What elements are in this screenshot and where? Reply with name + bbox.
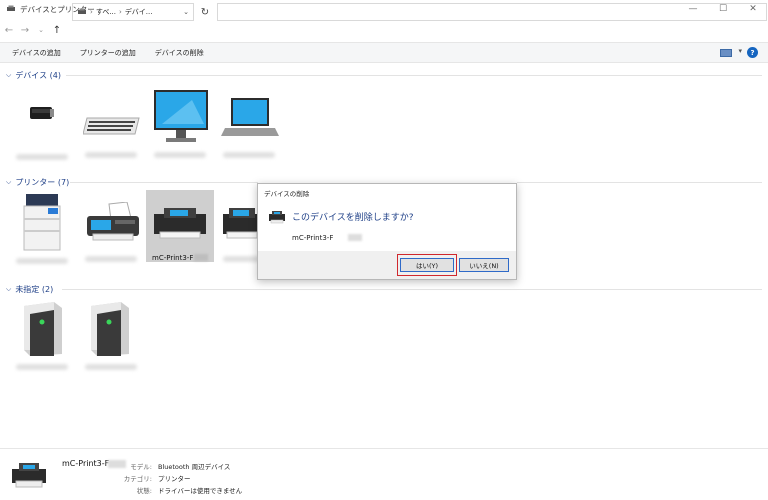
- group-devices-label: デバイス (4): [15, 70, 61, 80]
- group-devices[interactable]: ⌵ デバイス (4): [6, 69, 61, 81]
- details-model-key: モデル:: [130, 463, 152, 471]
- unspecified-device-tile[interactable]: [8, 298, 76, 370]
- monitor-icon: [154, 90, 208, 142]
- back-arrow-icon[interactable]: ←: [2, 23, 16, 37]
- breadcrumb-devices[interactable]: デバイ...: [125, 7, 153, 17]
- details-model-value: Bluetooth 周辺デバイス: [158, 463, 231, 471]
- device-tile[interactable]: [77, 86, 145, 158]
- laptop-icon: [221, 98, 279, 136]
- device-tile[interactable]: [215, 86, 283, 158]
- address-row: ← → ⌄ ↑: [0, 18, 768, 42]
- device-tile[interactable]: [8, 86, 76, 160]
- divider: [62, 289, 762, 290]
- up-arrow-icon[interactable]: ↑: [50, 23, 64, 37]
- details-device-name: mC-Print3-F: [62, 459, 110, 468]
- details-status-key: 状態:: [136, 487, 152, 495]
- remove-device-button[interactable]: デバイスの削除: [155, 48, 204, 58]
- multifunction-printer-icon: [23, 194, 61, 251]
- collapse-chevron-icon[interactable]: ⌵: [6, 71, 11, 80]
- printer-icon: [154, 208, 206, 239]
- dialog-footer: はい(Y) いいえ(N): [258, 251, 516, 279]
- details-category-key: カテゴリ:: [123, 475, 152, 483]
- divider: [70, 182, 258, 183]
- printer-label: mC-Print3-F: [152, 254, 194, 262]
- dialog-title: デバイスの削除: [264, 190, 310, 198]
- details-category-value: プリンター: [158, 475, 191, 483]
- group-printers-label: プリンター (7): [15, 177, 70, 187]
- printer-icon: [269, 211, 285, 224]
- command-bar: デバイスの追加 プリンターの追加 デバイスの削除 ▾ ?: [0, 42, 768, 63]
- address-dropdown-icon[interactable]: ⌄: [183, 8, 189, 16]
- refresh-icon[interactable]: ↻: [196, 3, 214, 21]
- printer-icon: [223, 208, 259, 239]
- address-bar[interactable]: › すべ... › デバイ... ⌄: [72, 3, 194, 21]
- dialog-device-name: mC-Print3-F: [292, 234, 334, 242]
- help-icon[interactable]: ?: [747, 47, 758, 58]
- fax-printer-icon: [87, 202, 139, 241]
- breadcrumb-separator: ›: [119, 8, 122, 16]
- server-tower-icon: [24, 302, 62, 356]
- details-status-value: ドライバーは使用できません: [158, 487, 243, 495]
- details-pane: mC-Print3-F モデル: Bluetooth 周辺デバイス カテゴリ: …: [0, 448, 768, 500]
- printer-tile-mc-print3[interactable]: mC-Print3-F: [146, 190, 214, 262]
- highlight-box: [397, 254, 457, 276]
- device-tile[interactable]: [146, 86, 214, 158]
- usb-dongle-icon: [30, 107, 54, 119]
- printer-tile[interactable]: [77, 190, 145, 262]
- devices-printers-icon: [7, 5, 15, 11]
- devices-printers-icon: [78, 8, 86, 14]
- divider: [66, 75, 762, 76]
- group-unspecified[interactable]: ⌵ 未指定 (2): [6, 283, 53, 295]
- view-dropdown-icon[interactable]: ▾: [738, 47, 742, 55]
- breadcrumb-separator: ›: [90, 8, 93, 16]
- recent-chevron-icon[interactable]: ⌄: [34, 23, 48, 37]
- collapse-chevron-icon[interactable]: ⌵: [6, 285, 11, 294]
- forward-arrow-icon[interactable]: →: [18, 23, 32, 37]
- dialog-question: このデバイスを削除しますか?: [292, 213, 414, 223]
- add-device-button[interactable]: デバイスの追加: [12, 48, 61, 58]
- server-tower-icon: [91, 302, 129, 356]
- unspecified-device-tile[interactable]: [77, 298, 145, 370]
- view-icon[interactable]: [720, 49, 732, 57]
- add-printer-button[interactable]: プリンターの追加: [80, 48, 136, 58]
- printer-tile[interactable]: [8, 190, 76, 264]
- keyboard-icon: [83, 117, 140, 135]
- search-input[interactable]: [217, 3, 767, 21]
- no-button[interactable]: いいえ(N): [459, 258, 509, 272]
- breadcrumb-all[interactable]: すべ...: [96, 7, 116, 17]
- divider: [517, 182, 762, 183]
- group-printers[interactable]: ⌵ プリンター (7): [6, 176, 69, 188]
- group-unspecified-label: 未指定 (2): [15, 284, 54, 294]
- remove-device-dialog: デバイスの削除 このデバイスを削除しますか? mC-Print3-F はい(Y)…: [257, 183, 517, 280]
- collapse-chevron-icon[interactable]: ⌵: [6, 178, 11, 187]
- printer-icon: [12, 463, 46, 488]
